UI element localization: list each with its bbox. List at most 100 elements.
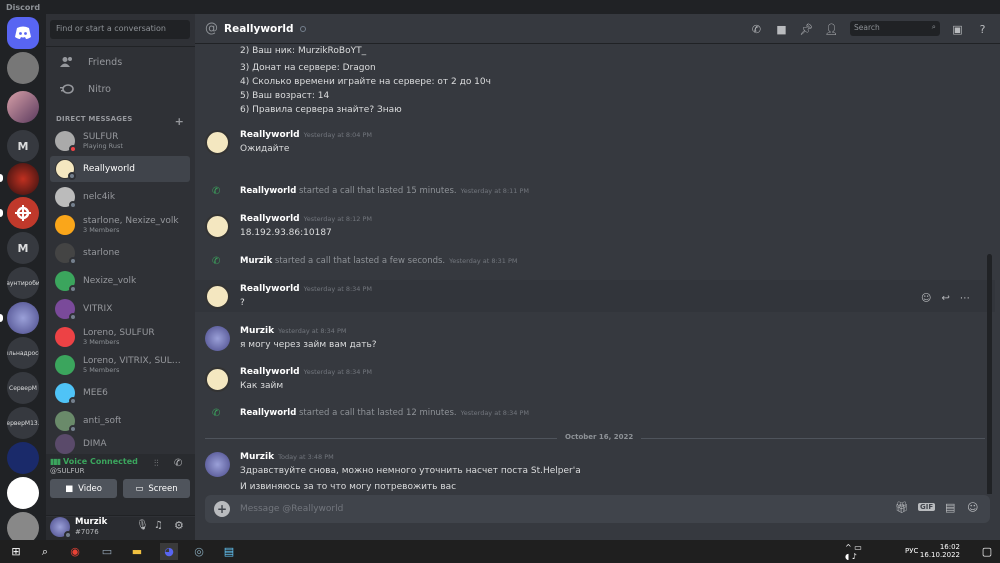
dm-sidebar: Find or start a conversation Friends Nit… — [46, 14, 195, 540]
gift-icon[interactable]: 🎁︎ — [895, 501, 909, 514]
avatar — [55, 383, 77, 405]
headphones-icon[interactable]: ♫ — [154, 520, 163, 531]
group-avatar — [55, 327, 75, 347]
server-m-1[interactable]: M — [7, 130, 39, 162]
gif-icon[interactable]: GIF — [918, 503, 936, 511]
avatar[interactable] — [205, 130, 230, 155]
server-avatar-4[interactable] — [7, 302, 39, 334]
server-list: M M аунтироби ыльнадросе СерверМ ерверМ1… — [0, 14, 46, 540]
discord-taskbar-icon[interactable]: ◕ — [160, 543, 178, 560]
dm-item[interactable]: starlone, Nexize_volk 3 Members — [50, 212, 190, 238]
disconnect-icon[interactable]: ✆ — [174, 458, 182, 469]
server-text-1[interactable]: аунтироби — [7, 267, 39, 299]
avatar[interactable] — [205, 326, 230, 351]
server-m-2[interactable]: M — [7, 232, 39, 264]
dm-item[interactable]: Nexize_volk — [50, 268, 190, 294]
dm-search-input[interactable]: Find or start a conversation — [50, 20, 190, 39]
message-text: И извиняюсь за то что могу потревожить в… — [240, 482, 457, 492]
message-line: 4) Сколько времени играйте на сервере: о… — [240, 77, 491, 87]
app-icon-2[interactable]: ▤ — [220, 543, 238, 560]
dm-item[interactable]: SULFUR Playing Rust — [50, 128, 190, 154]
message-text: Как займ — [240, 381, 284, 391]
avatar — [55, 131, 77, 153]
discord-home-icon[interactable] — [7, 17, 39, 49]
dm-item[interactable]: starlone — [50, 240, 190, 266]
add-reaction-icon[interactable]: ☺ — [921, 293, 931, 304]
dm-item[interactable]: Loreno, SULFUR 3 Members — [50, 324, 190, 350]
message-line: 2) Ваш ник: MurzikRoBoYT_ — [240, 46, 367, 56]
steam-icon[interactable]: ◎ — [190, 543, 208, 560]
dm-item-active[interactable]: Reallyworld — [50, 156, 190, 182]
message-author[interactable]: Reallyworld Yesterday at 8:12 PM — [240, 214, 372, 224]
dm-item[interactable]: DIMA — [50, 434, 190, 454]
attach-plus-icon[interactable]: + — [214, 501, 230, 517]
nav-nitro[interactable]: Nitro — [50, 77, 190, 101]
message-text: я могу через займ вам дать? — [240, 340, 377, 350]
scrollbar[interactable] — [987, 254, 992, 494]
server-text-3[interactable]: СерверМ — [7, 372, 39, 404]
settings-gear-icon[interactable]: ⚙ — [174, 519, 184, 532]
clock[interactable]: 16:02 16.10.2022 — [920, 543, 960, 559]
help-icon[interactable]: ? — [976, 23, 989, 36]
server-text-4[interactable]: ерверМ13. — [7, 407, 39, 439]
avatar[interactable] — [205, 367, 230, 392]
app-icon[interactable]: ▭ — [98, 543, 116, 560]
message-text: Здравствуйте снова, можно немного уточни… — [240, 466, 581, 476]
avatar[interactable] — [205, 452, 230, 477]
avatar — [55, 271, 77, 293]
dm-item[interactable]: nelc4ik — [50, 184, 190, 210]
dm-item[interactable]: MEE6 — [50, 380, 190, 406]
chrome-icon[interactable]: ◉ — [66, 543, 84, 560]
user-avatar[interactable] — [50, 517, 72, 539]
voice-waveform-icon[interactable]: ⫶⫶ — [154, 459, 159, 469]
message-author[interactable]: Reallyworld Yesterday at 8:34 PM — [240, 367, 372, 377]
pin-icon[interactable]: 📌︎ — [800, 23, 814, 36]
message-author[interactable]: Murzik Today at 3:48 PM — [240, 452, 334, 462]
search-icon: ⌕ — [931, 22, 936, 31]
message-author[interactable]: Murzik Yesterday at 8:34 PM — [240, 326, 347, 336]
sticker-icon[interactable]: ▤ — [945, 501, 955, 514]
reply-icon[interactable]: ↩ — [941, 293, 949, 304]
microphone-icon[interactable]: 🎙︎ — [136, 520, 149, 531]
message-hovered: Reallyworld Yesterday at 8:34 PM ? — [195, 280, 995, 312]
call-log: ✆ Reallyworld started a call that lasted… — [212, 408, 530, 419]
server-avatar-7[interactable] — [7, 512, 39, 540]
emoji-icon[interactable]: ☺ — [967, 501, 978, 514]
server-avatar-3[interactable] — [7, 163, 39, 195]
video-call-icon[interactable]: ■ — [775, 23, 788, 36]
chat-title: Reallyworld — [224, 22, 294, 35]
tray-icons[interactable]: ^ ▭ ◖ ♪ — [845, 543, 863, 561]
screen-share-button[interactable]: ▭ Screen — [123, 479, 190, 498]
server-avatar-2[interactable] — [7, 91, 39, 123]
nav-friends[interactable]: Friends — [50, 50, 190, 74]
avatar — [55, 187, 77, 209]
avatar[interactable] — [205, 284, 230, 309]
video-button[interactable]: ■ Video — [50, 479, 117, 498]
notification-icon[interactable]: ▢ — [978, 543, 996, 560]
nav-friends-label: Friends — [88, 56, 123, 68]
message-author[interactable]: Reallyworld Yesterday at 8:34 PM — [240, 284, 372, 294]
server-avatar-1[interactable] — [7, 52, 39, 84]
search-icon[interactable]: ⌕ — [36, 543, 54, 560]
server-avatar-6[interactable] — [7, 477, 39, 509]
add-dm-icon[interactable]: + — [175, 115, 184, 128]
rust-server-icon[interactable] — [7, 197, 39, 229]
inbox-icon[interactable]: ▣ — [951, 23, 964, 36]
search-input[interactable]: Search ⌕ — [850, 21, 940, 36]
server-avatar-5[interactable] — [7, 442, 39, 474]
language-indicator[interactable]: РУС — [905, 547, 918, 555]
message-actions: ☺ ↩ ⋯ — [921, 288, 970, 308]
server-text-2[interactable]: ыльнадросе — [7, 337, 39, 369]
dm-item[interactable]: VITRIX — [50, 296, 190, 322]
message-input[interactable] — [240, 501, 840, 517]
screen-icon: ▭ — [135, 483, 144, 494]
more-icon[interactable]: ⋯ — [960, 293, 970, 304]
windows-start-icon[interactable]: ⊞ — [7, 543, 25, 560]
dm-item[interactable]: Loreno, VITRIX, SULF... 5 Members — [50, 352, 190, 378]
message-author[interactable]: Reallyworld Yesterday at 8:04 PM — [240, 130, 372, 140]
avatar[interactable] — [205, 214, 230, 239]
add-friend-icon[interactable]: 👤︎ — [825, 23, 839, 36]
voice-call-icon[interactable]: ✆ — [750, 23, 763, 36]
file-explorer-icon[interactable]: ▬ — [128, 543, 146, 560]
dm-item[interactable]: anti_soft — [50, 408, 190, 434]
